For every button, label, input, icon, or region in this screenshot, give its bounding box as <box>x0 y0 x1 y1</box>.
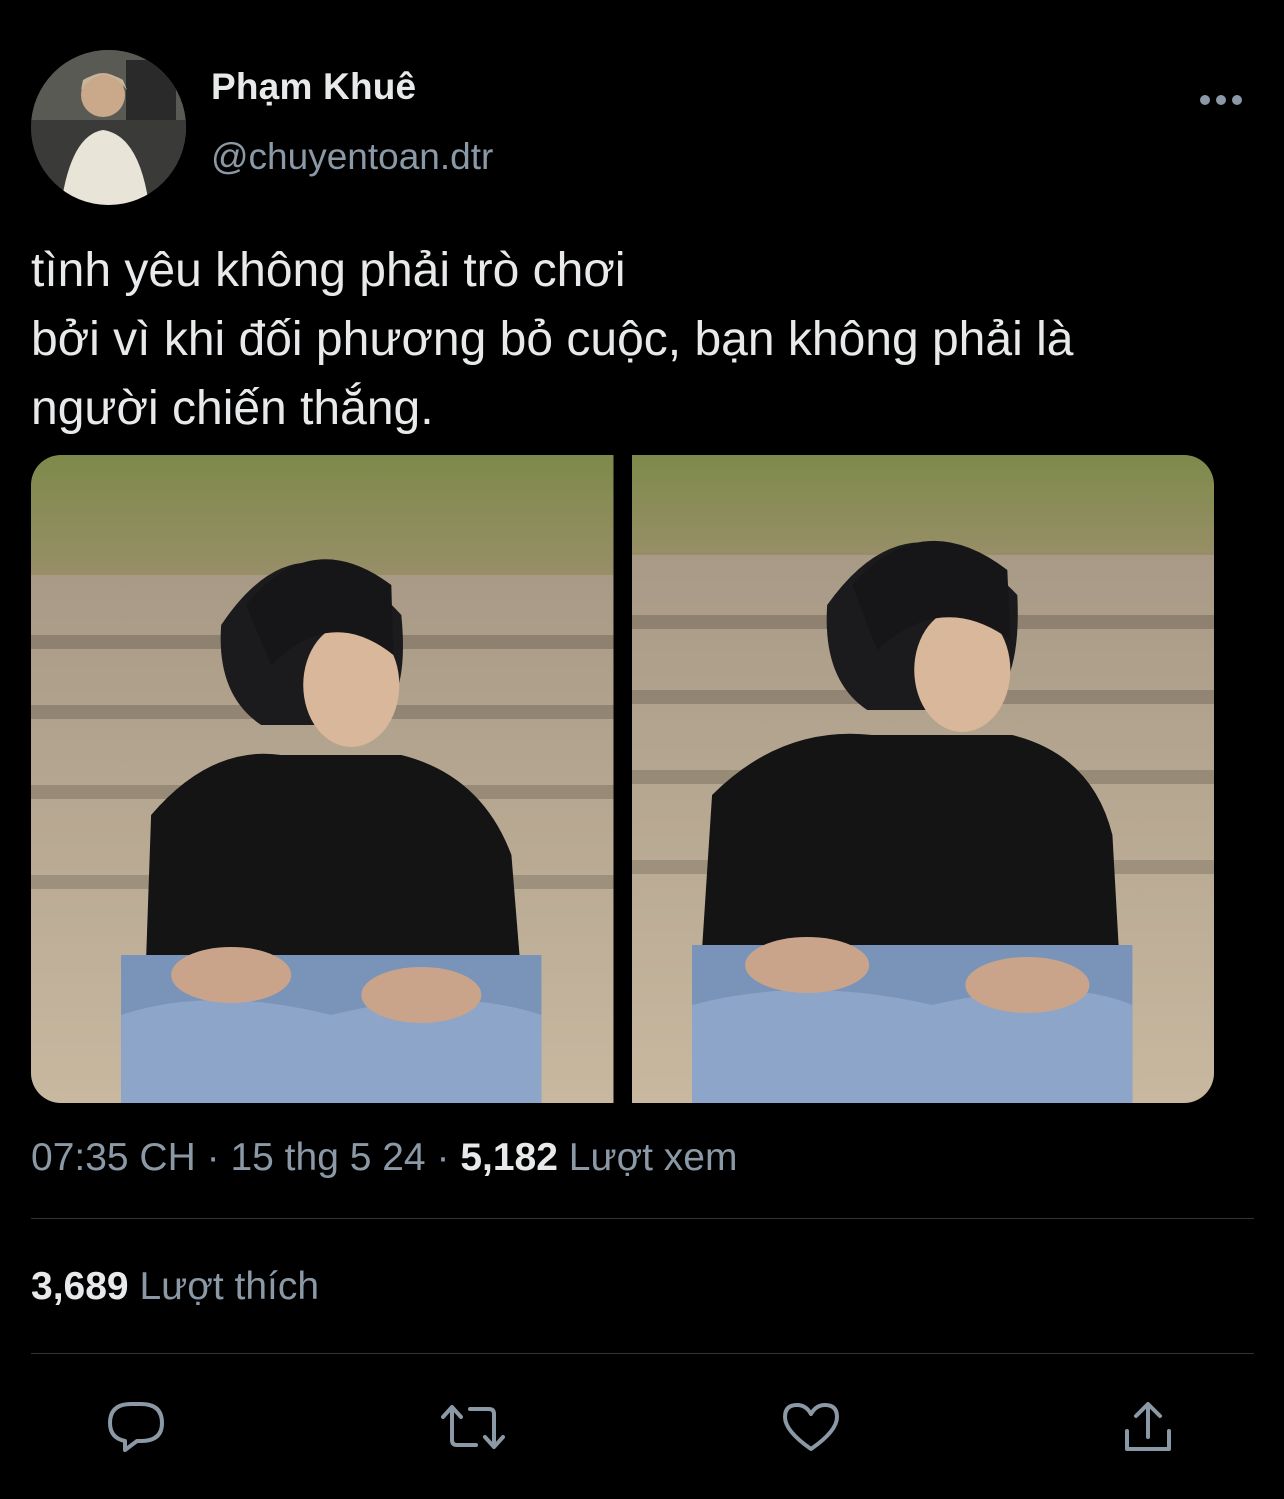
meta-separator: · <box>436 1136 450 1179</box>
media-photo-2[interactable] <box>631 455 1214 1103</box>
like-button[interactable] <box>776 1392 846 1462</box>
username-handle[interactable]: @chuyentoan.dtr <box>211 136 493 178</box>
avatar-image <box>31 50 186 205</box>
retweet-icon <box>441 1405 505 1449</box>
avatar[interactable] <box>31 50 186 205</box>
display-name[interactable]: Phạm Khuê <box>211 66 416 108</box>
share-icon <box>1125 1402 1171 1451</box>
media-photo-1[interactable] <box>31 455 614 1103</box>
likes-label: Lượt thích <box>139 1265 320 1308</box>
heart-icon <box>783 1403 839 1451</box>
tweet-date[interactable]: 15 thg 5 24 <box>230 1136 425 1179</box>
tweet-time[interactable]: 07:35 CH <box>31 1136 196 1179</box>
views-count: 5,182 <box>460 1136 558 1179</box>
tweet-meta: 07:35 CH · 15 thg 5 24 · 5,182 Lượt xem <box>31 1136 738 1180</box>
retweet-button[interactable] <box>438 1392 508 1462</box>
share-button[interactable] <box>1113 1392 1183 1462</box>
likes-summary[interactable]: 3,689 Lượt thích <box>31 1265 319 1309</box>
meta-separator: · <box>206 1136 220 1179</box>
photo-icon <box>631 455 1214 1103</box>
photo-icon <box>31 455 614 1103</box>
views-label: Lượt xem <box>568 1136 738 1179</box>
likes-count: 3,689 <box>31 1265 129 1308</box>
tweet-text: tình yêu không phải trò chơi bởi vì khi … <box>31 244 1074 435</box>
reply-icon <box>108 1402 164 1452</box>
more-options-button[interactable] <box>1196 85 1246 115</box>
reply-button[interactable] <box>101 1392 171 1462</box>
more-dots-icon <box>1200 95 1242 105</box>
divider <box>31 1218 1254 1219</box>
media-grid <box>31 455 1214 1103</box>
divider <box>31 1353 1254 1354</box>
action-bar <box>0 1392 1284 1462</box>
